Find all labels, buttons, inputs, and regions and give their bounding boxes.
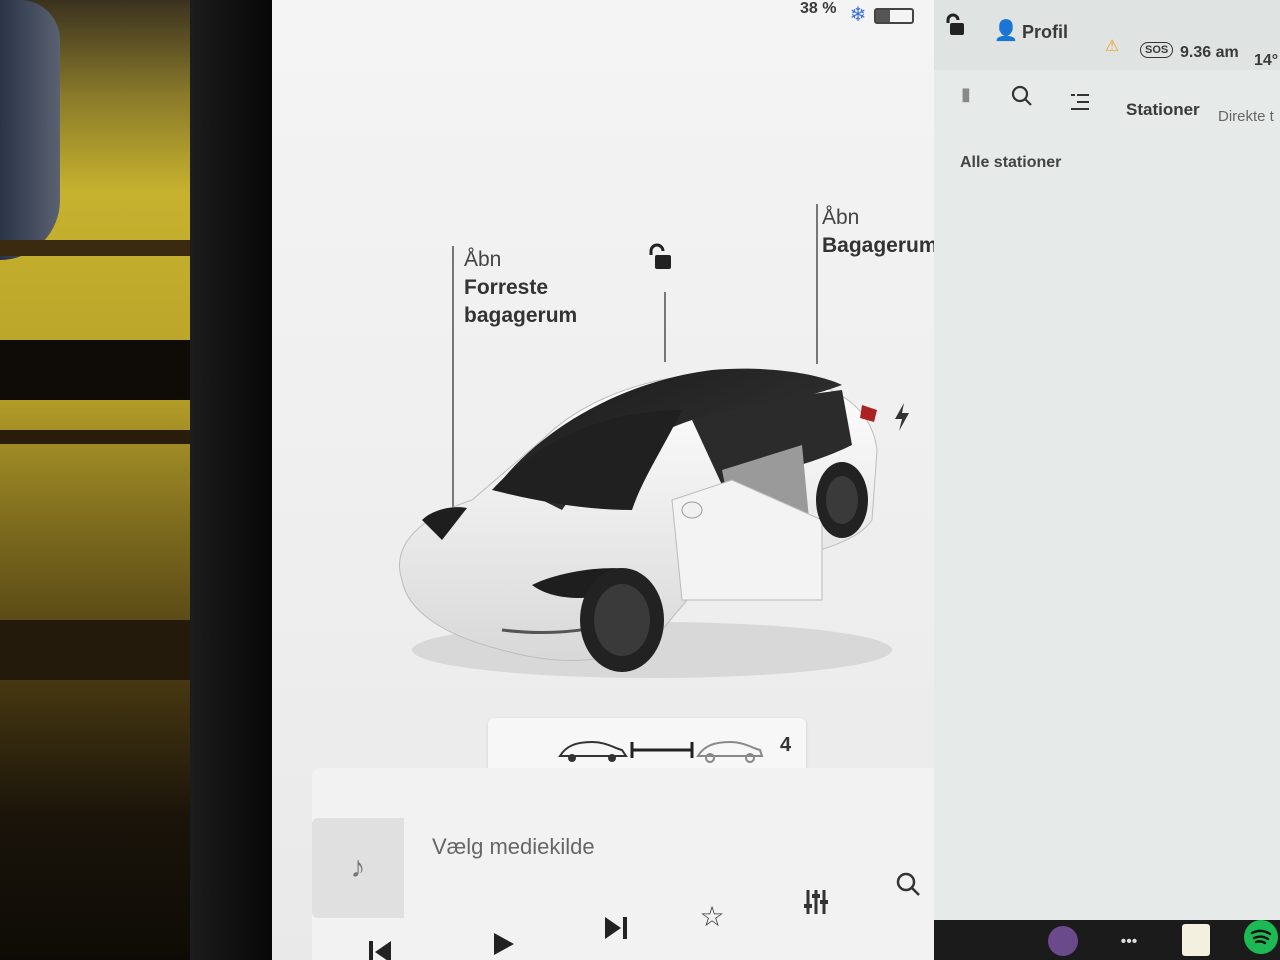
- sos-button[interactable]: SOS: [1140, 42, 1174, 58]
- notes-app-icon[interactable]: [1182, 924, 1210, 956]
- spotify-icon[interactable]: [1244, 920, 1278, 954]
- car-panel: 38 % ❄ Åbn Forreste bagagerum Åbn Bagage…: [272, 0, 952, 960]
- front-trunk-label[interactable]: bagagerum: [464, 302, 577, 330]
- all-stations-label[interactable]: Alle stationer: [960, 154, 1061, 172]
- wiper-speed-slider[interactable]: [556, 734, 766, 764]
- filter-list-icon[interactable]: [1066, 88, 1094, 116]
- tab-stations[interactable]: Stationer: [1126, 100, 1200, 120]
- photo-scene: 38 % ❄ Åbn Forreste bagagerum Åbn Bagage…: [0, 0, 1280, 960]
- battery-icon: [874, 8, 914, 24]
- media-source-selector[interactable]: Vælg mediekilde: [432, 834, 595, 860]
- app-dock: •••: [934, 920, 1280, 960]
- trunk-label[interactable]: Bagagerum: [822, 232, 938, 260]
- media-search-icon[interactable]: [888, 864, 928, 904]
- next-track-icon[interactable]: [596, 908, 636, 948]
- top-status-bar: 👤 Profil ⚠ SOS 9.36 am 14°: [934, 0, 1280, 70]
- lock-icon[interactable]: [940, 10, 970, 40]
- background-shelf: [0, 430, 200, 444]
- alert-icon[interactable]: ⚠: [1102, 36, 1122, 56]
- equalizer-icon[interactable]: [796, 882, 836, 922]
- outside-temperature: 14°: [1254, 52, 1279, 69]
- more-apps-icon[interactable]: •••: [1114, 928, 1144, 956]
- wiper-speed-value: 4: [780, 734, 792, 756]
- clock: 9.36 am: [1180, 44, 1239, 61]
- tab-direct[interactable]: Direkte t: [1218, 108, 1274, 125]
- background-shelf: [0, 240, 200, 256]
- music-note-icon: ♪: [350, 851, 366, 884]
- background-shelf: [0, 340, 200, 400]
- favorite-star-icon[interactable]: ☆: [692, 896, 732, 936]
- profile-icon[interactable]: 👤: [994, 18, 1019, 42]
- search-icon[interactable]: [1008, 82, 1036, 110]
- screen-bezel: [190, 0, 280, 960]
- front-trunk-label[interactable]: Forreste: [464, 274, 548, 302]
- nav-toolbar: ▮ Stationer Direkte t: [934, 70, 1280, 130]
- media-player: ♪ Vælg mediekilde ☆: [312, 768, 952, 960]
- battery-percent: 38 %: [800, 0, 837, 17]
- unlock-icon[interactable]: [642, 240, 678, 276]
- background-person: [0, 0, 60, 260]
- touchscreen: 38 % ❄ Åbn Forreste bagagerum Åbn Bagage…: [272, 0, 1280, 960]
- app-icon[interactable]: [1048, 926, 1078, 956]
- trunk-callout-line: [816, 204, 818, 364]
- previous-track-icon[interactable]: [360, 936, 400, 960]
- trunk-action[interactable]: Åbn: [822, 204, 859, 232]
- navigation-panel: [934, 0, 1280, 960]
- media-art: ♪: [312, 818, 404, 918]
- charging-icon[interactable]: ▮: [952, 80, 980, 108]
- snowflake-icon: ❄: [849, 3, 867, 26]
- profile-label[interactable]: Profil: [1022, 22, 1068, 43]
- play-icon[interactable]: [484, 924, 524, 960]
- background-shelf: [0, 620, 200, 680]
- car-illustration: [399, 368, 892, 678]
- front-trunk-action[interactable]: Åbn: [464, 246, 501, 274]
- battery-fill: [876, 10, 890, 22]
